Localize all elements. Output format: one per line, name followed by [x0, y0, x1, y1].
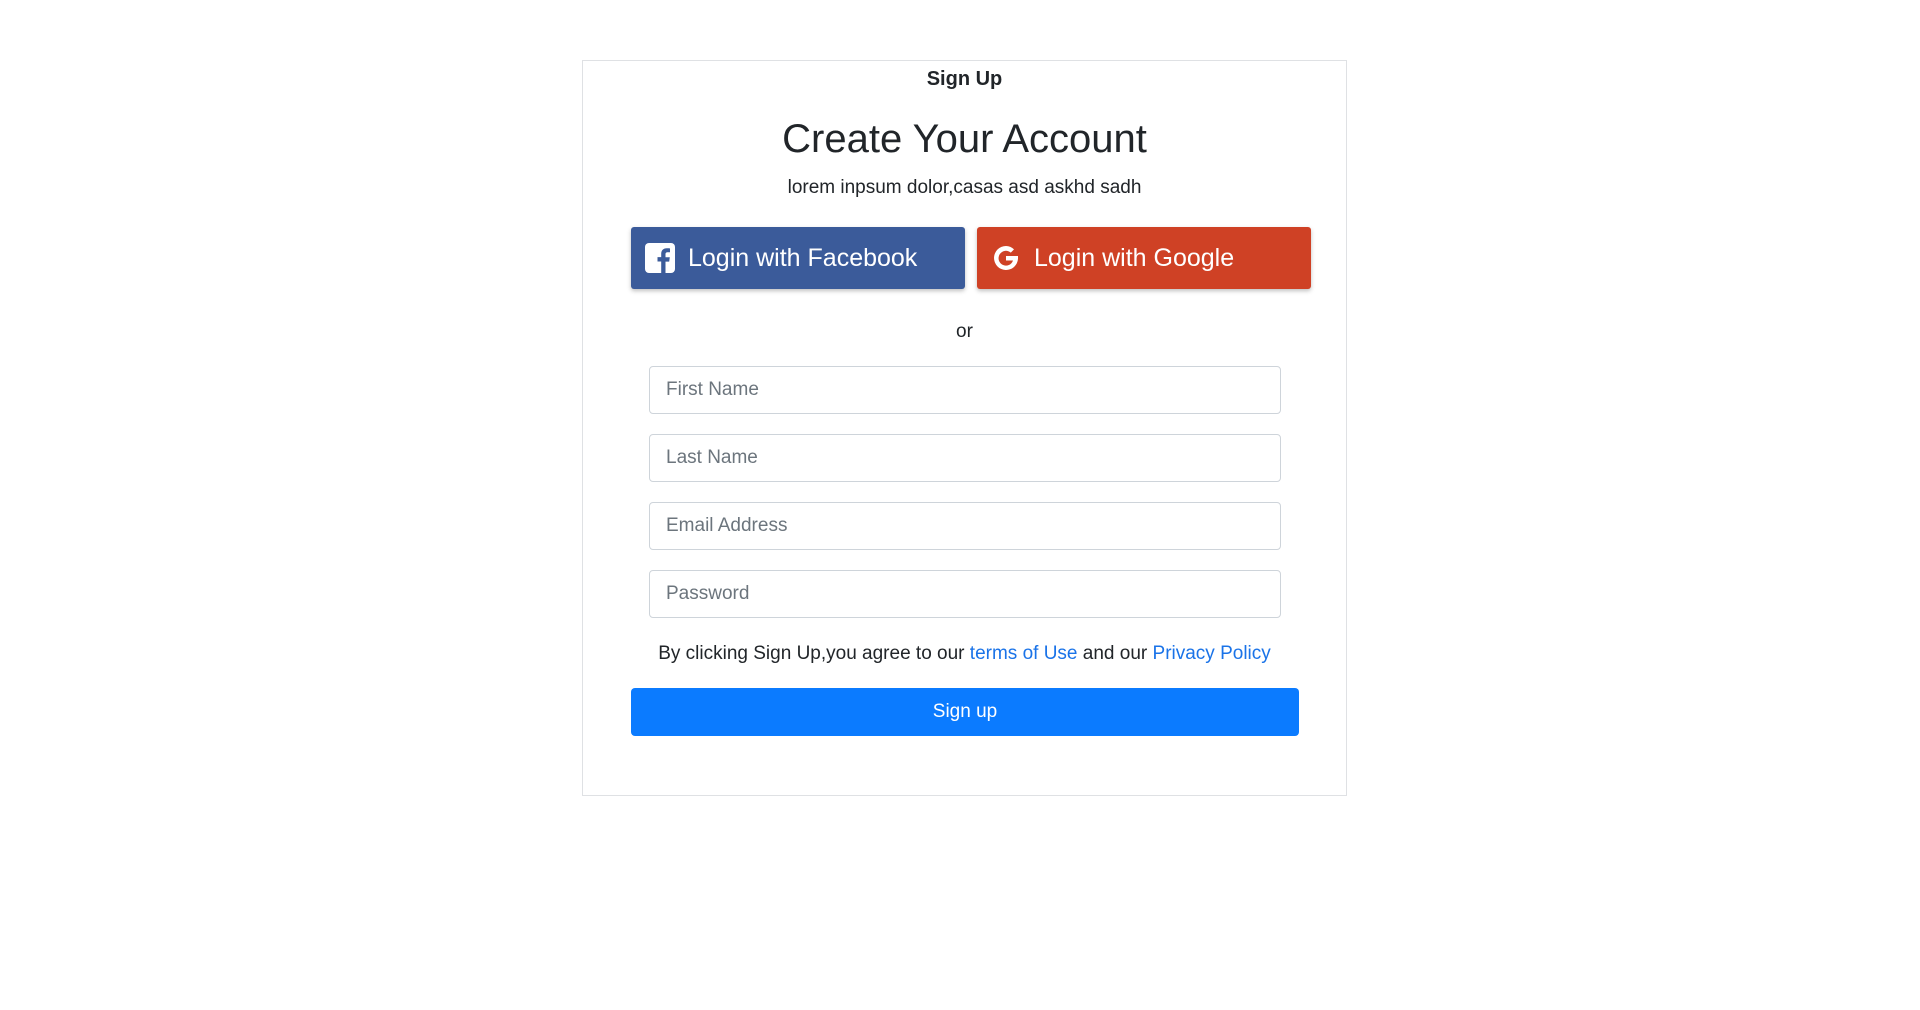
login-google-button[interactable]: Login with Google [977, 227, 1311, 289]
sign-up-button[interactable]: Sign up [631, 688, 1299, 736]
signup-card: Sign Up Create Your Account lorem inpsum… [582, 60, 1347, 796]
page-title: Create Your Account [782, 117, 1147, 161]
privacy-policy-link[interactable]: Privacy Policy [1153, 643, 1271, 664]
card-header: Sign Up [926, 68, 1003, 90]
page-subtitle: lorem inpsum dolor,casas asd askhd sadh [787, 177, 1142, 198]
terms-of-use-link[interactable]: terms of Use [970, 643, 1078, 664]
terms-notice: By clicking Sign Up,you agree to our ter… [583, 639, 1346, 669]
or-separator: or [956, 321, 973, 342]
last-name-input[interactable] [649, 434, 1281, 482]
first-name-input[interactable] [649, 366, 1281, 414]
facebook-button-label: Login with Facebook [688, 243, 918, 272]
login-facebook-button[interactable]: Login with Facebook [631, 227, 965, 289]
email-input[interactable] [649, 502, 1281, 550]
password-input[interactable] [649, 570, 1281, 618]
facebook-icon [644, 242, 676, 274]
terms-prefix: By clicking Sign Up,you agree to our [658, 643, 965, 664]
terms-middle: and our [1082, 643, 1148, 664]
google-button-label: Login with Google [1034, 243, 1235, 272]
google-icon [990, 242, 1022, 274]
